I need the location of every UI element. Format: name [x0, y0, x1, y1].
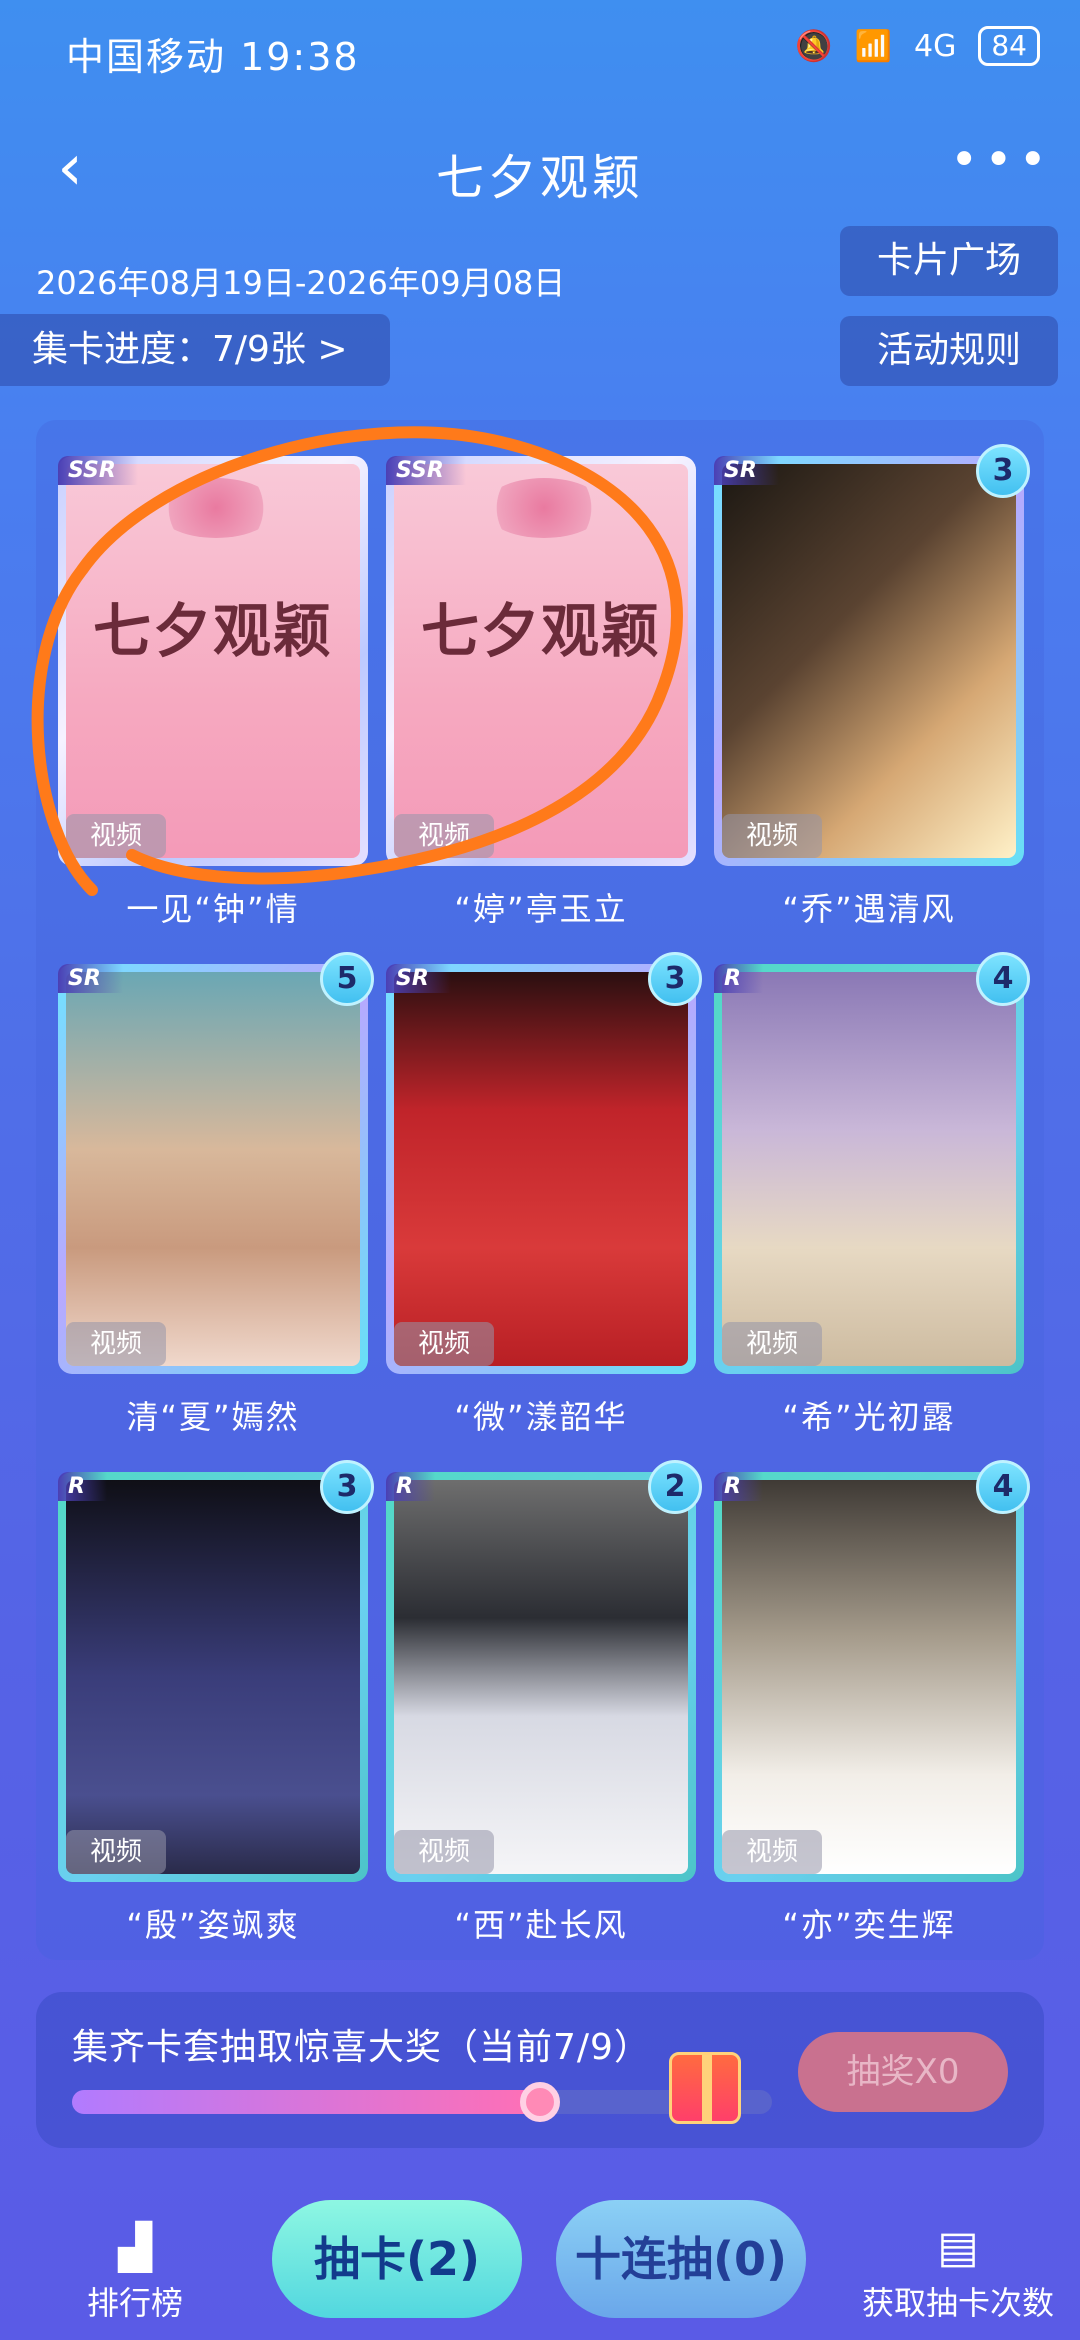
rarity-badge: SR: [58, 964, 123, 993]
card-item[interactable]: SR 3 视频 “微”漾韶华: [386, 952, 702, 1436]
card-photo: [66, 972, 360, 1366]
card-count-badge: 3: [976, 444, 1030, 498]
card-name: 清“夏”嫣然: [126, 1398, 300, 1436]
video-tag: 视频: [722, 1322, 822, 1366]
card-photo: [722, 464, 1016, 858]
card-name: “微”漾韶华: [454, 1398, 628, 1436]
card-count-badge: 3: [648, 952, 702, 1006]
card-photo: [722, 1480, 1016, 1874]
card-count-badge: 3: [320, 1460, 374, 1514]
mute-bell-icon: 🔕: [795, 28, 833, 64]
status-bar: 中国移动 19:38 🔕 📶 4G 84: [0, 0, 1080, 100]
card-photo: [722, 972, 1016, 1366]
card-name: “乔”遇清风: [782, 890, 956, 928]
card-frame: [58, 1472, 368, 1882]
more-options-button[interactable]: •••: [950, 136, 1050, 200]
annotation-circle: [31, 426, 683, 896]
card-name: “西”赴长风: [454, 1906, 628, 1944]
prize-progress-fill: [72, 2090, 540, 2114]
video-tag: 视频: [66, 1322, 166, 1366]
card-photo: [66, 1480, 360, 1874]
video-tag: 视频: [722, 1830, 822, 1874]
card-photo: [394, 972, 688, 1366]
card-name: “殷”姿飒爽: [126, 1906, 300, 1944]
event-date-range: 2026年08月19日-2026年09月08日: [36, 264, 566, 302]
card-item[interactable]: SR 5 视频 清“夏”嫣然: [58, 952, 374, 1436]
card-frame: [58, 964, 368, 1374]
draw-prize-button[interactable]: 抽奖X0: [798, 2032, 1008, 2112]
get-draw-chances-button[interactable]: ▤ 获取抽卡次数: [858, 2226, 1058, 2324]
rarity-badge: R: [714, 964, 763, 993]
card-item[interactable]: SR 3 视频 “乔”遇清风: [714, 444, 1030, 928]
bar-chart-icon: ▟: [118, 2222, 152, 2273]
card-count-badge: 2: [648, 1460, 702, 1514]
video-tag: 视频: [394, 1830, 494, 1874]
leaderboard-label: 排行榜: [86, 2284, 183, 2322]
card-square-button[interactable]: 卡片广场: [840, 226, 1058, 296]
rarity-badge: SR: [714, 456, 779, 485]
carrier-time: 中国移动 19:38: [66, 35, 360, 79]
page-title: 七夕观颖: [435, 150, 644, 206]
card-item[interactable]: R 2 视频 “西”赴长风: [386, 1460, 702, 1944]
video-tag: 视频: [722, 814, 822, 858]
network-type: 4G: [914, 28, 957, 64]
rarity-badge: R: [386, 1472, 435, 1501]
card-count-badge: 5: [320, 952, 374, 1006]
rarity-badge: R: [714, 1472, 763, 1501]
ten-draw-button[interactable]: 十连抽(0): [556, 2200, 806, 2318]
wifi-icon: 📶: [854, 28, 893, 64]
card-photo: [394, 1480, 688, 1874]
card-name: “希”光初露: [782, 1398, 956, 1436]
card-frame: [714, 964, 1024, 1374]
prize-progress-track: [72, 2082, 772, 2122]
activity-rules-button[interactable]: 活动规则: [840, 316, 1058, 386]
rarity-badge: SR: [386, 964, 451, 993]
collection-progress-button[interactable]: 集卡进度：7/9张 >: [0, 314, 390, 386]
battery-level: 84: [978, 26, 1040, 66]
card-frame: [714, 1472, 1024, 1882]
prize-panel: 集齐卡套抽取惊喜大奖（当前7/9） 抽奖X0: [36, 1992, 1044, 2148]
card-frame: [386, 1472, 696, 1882]
card-frame: [714, 456, 1024, 866]
card-item[interactable]: R 3 视频 “殷”姿飒爽: [58, 1460, 374, 1944]
card-count-badge: 4: [976, 1460, 1030, 1514]
bottom-bar: ▟ 排行榜 抽卡(2) 十连抽(0) ▤ 获取抽卡次数: [0, 2180, 1080, 2340]
card-item[interactable]: R 4 视频 “希”光初露: [714, 952, 1030, 1436]
get-draw-chances-label: 获取抽卡次数: [861, 2284, 1054, 2322]
document-icon: ▤: [937, 2222, 979, 2273]
status-icons: 🔕 📶 4G 84: [795, 26, 1040, 66]
card-item[interactable]: R 4 视频 “亦”奕生辉: [714, 1460, 1030, 1944]
card-count-badge: 4: [976, 952, 1030, 1006]
draw-card-button[interactable]: 抽卡(2): [272, 2200, 522, 2318]
video-tag: 视频: [394, 1322, 494, 1366]
card-name: “亦”奕生辉: [782, 1906, 956, 1944]
prize-description: 集齐卡套抽取惊喜大奖（当前7/9）: [72, 2027, 651, 2068]
rarity-badge: R: [58, 1472, 107, 1501]
video-tag: 视频: [66, 1830, 166, 1874]
card-frame: [386, 964, 696, 1374]
prize-progress-knob: [520, 2082, 560, 2122]
leaderboard-button[interactable]: ▟ 排行榜: [70, 2226, 200, 2324]
gift-box-icon: [669, 2052, 741, 2124]
